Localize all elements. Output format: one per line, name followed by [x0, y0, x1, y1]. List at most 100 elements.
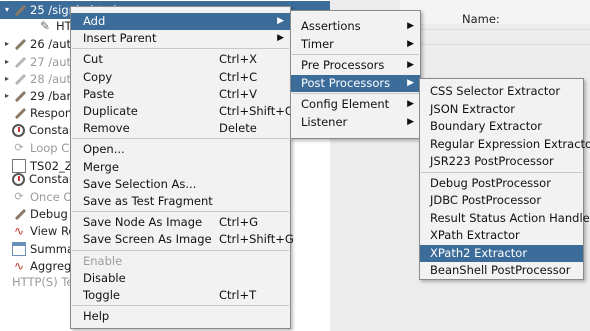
menu-separator: [292, 93, 419, 94]
menu-item-label: Cut: [83, 52, 103, 67]
submenu-arrow-icon: ▶: [407, 77, 414, 88]
menu-item-label: XPath2 Extractor: [430, 245, 528, 260]
clock-icon: [12, 172, 25, 186]
menu-item-cut[interactable]: Cut Ctrl+X: [71, 51, 290, 68]
menu-item-save-selection-as[interactable]: Save Selection As...: [71, 176, 290, 193]
menu-item-debug-postprocessor[interactable]: Debug PostProcessor: [420, 175, 583, 192]
menu-item-insert-parent[interactable]: Insert Parent ▶: [71, 30, 290, 47]
menu-item-label: Merge: [83, 159, 119, 174]
loop-icon: ⟳: [14, 141, 24, 154]
menu-item-label: Debug PostProcessor: [430, 175, 551, 190]
menu-item-shortcut: Ctrl+Shift+C: [219, 104, 293, 118]
menu-item-label: Save Selection As...: [83, 176, 197, 191]
menu-item-xpath2-extractor[interactable]: XPath2 Extractor: [420, 244, 583, 262]
menu-item-label: Add: [83, 14, 106, 28]
menu-item-disable[interactable]: Disable: [71, 270, 290, 287]
menu-item-label: JSR223 PostProcessor: [430, 154, 554, 168]
menu-item-paste[interactable]: Paste Ctrl+V: [71, 86, 290, 103]
pipette-icon: [12, 3, 26, 17]
menu-item-save-as-test-fragment[interactable]: Save as Test Fragment: [71, 193, 290, 210]
menu-item-label: Assertions: [301, 19, 361, 33]
context-menu: Add ▶ Insert Parent ▶ Cut Ctrl+X Copy Ctrl+C Pas…: [70, 6, 294, 329]
menu-item-listener[interactable]: Listener ▶: [291, 114, 420, 131]
name-label: Name:: [462, 12, 500, 26]
menu-item-beanshell-postprocessor[interactable]: BeanShell PostProcessor: [420, 262, 583, 279]
loop-icon: ⟳: [14, 190, 24, 203]
menu-item-json-extractor[interactable]: JSON Extractor: [420, 101, 583, 118]
menu-item-label: Save as Test Fragment: [83, 194, 213, 208]
menu-item-label: Listener: [301, 114, 348, 129]
submenu-arrow-icon: ▶: [407, 99, 414, 109]
menu-item-copy[interactable]: Copy Ctrl+C: [71, 69, 290, 86]
menu-separator: [421, 171, 582, 173]
submenu-arrow-icon: ▶: [407, 60, 414, 70]
menu-item-label: Regular Expression Extractor: [430, 136, 590, 151]
pipette-icon: [12, 72, 26, 86]
menu-item-label: Toggle: [83, 288, 120, 302]
menu-item-label: Pre Processors: [301, 58, 385, 72]
menu-item-toggle[interactable]: Toggle Ctrl+T: [71, 287, 290, 304]
menu-separator: [72, 48, 289, 50]
menu-item-timer[interactable]: Timer ▶: [291, 36, 420, 53]
pipette-icon: [12, 207, 26, 221]
menu-item-save-node-as-image[interactable]: Save Node As Image Ctrl+G: [71, 214, 290, 231]
menu-item-label: BeanShell PostProcessor: [430, 263, 571, 277]
menu-item-label: Help: [83, 309, 110, 324]
collapse-arrow-icon[interactable]: ▸: [2, 70, 12, 88]
collapse-arrow-icon[interactable]: ▸: [2, 53, 12, 71]
menu-item-shortcut: Ctrl+G: [219, 215, 259, 230]
pipette-icon: [12, 89, 26, 103]
menu-item-pre-processors[interactable]: Pre Processors ▶: [291, 57, 420, 74]
menu-item-label: Disable: [83, 270, 126, 285]
menu-item-jdbc-postprocessor[interactable]: JDBC PostProcessor: [420, 192, 583, 209]
menu-item-label: Result Status Action Handler: [430, 210, 590, 225]
menu-item-label: Insert Parent: [83, 31, 157, 46]
collapse-arrow-icon[interactable]: ▸: [2, 87, 12, 105]
menu-item-post-processors[interactable]: Post Processors ▶: [291, 74, 420, 92]
menu-item-label: Open...: [83, 142, 125, 157]
pipette-icon: [12, 106, 26, 120]
panel-divider: [400, 44, 590, 45]
menu-item-shortcut: Ctrl+C: [219, 69, 258, 84]
menu-item-label: XPath Extractor: [430, 228, 520, 242]
menu-item-merge[interactable]: Merge: [71, 159, 290, 176]
menu-item-label: Timer: [301, 36, 334, 51]
menu-item-duplicate[interactable]: Duplicate Ctrl+Shift+C: [71, 103, 293, 120]
menu-separator: [72, 305, 289, 307]
menu-separator: [72, 249, 289, 251]
menu-item-label: Enable: [83, 253, 123, 268]
submenu-arrow-icon: ▶: [277, 33, 284, 44]
menu-item-boundary-extractor[interactable]: Boundary Extractor: [420, 118, 583, 135]
menu-item-enable: Enable: [71, 253, 290, 270]
menu-item-label: Config Element: [301, 97, 390, 111]
menu-item-add[interactable]: Add ▶: [71, 13, 290, 30]
pipette-icon: [12, 55, 26, 69]
menu-item-shortcut: Ctrl+Shift+G: [219, 232, 294, 247]
collapse-arrow-icon[interactable]: ▸: [2, 35, 12, 53]
menu-item-assertions[interactable]: Assertions ▶: [291, 18, 420, 35]
menu-item-label: Duplicate: [83, 104, 138, 118]
menu-item-label: Save Screen As Image: [83, 232, 212, 247]
graph-icon: ∿: [13, 224, 25, 238]
menu-item-config-element[interactable]: Config Element ▶: [291, 96, 420, 113]
menu-item-xpath-extractor[interactable]: XPath Extractor: [420, 227, 583, 244]
menu-item-css-selector-extractor[interactable]: CSS Selector Extractor: [420, 83, 583, 100]
panel-divider: [400, 29, 590, 30]
menu-item-label: Copy: [83, 69, 113, 84]
submenu-arrow-icon: ▶: [407, 21, 414, 31]
menu-item-label: Post Processors: [301, 75, 391, 90]
submenu-arrow-icon: ▶: [407, 38, 414, 49]
submenu-arrow-icon: ▶: [407, 116, 414, 127]
menu-item-label: Boundary Extractor: [430, 119, 542, 133]
wrench-icon: ✎: [39, 19, 51, 33]
menu-item-result-status-action-handler[interactable]: Result Status Action Handler: [420, 210, 590, 227]
menu-item-label: Save Node As Image: [83, 215, 203, 230]
menu-item-remove[interactable]: Remove Delete: [71, 120, 290, 137]
menu-item-open[interactable]: Open...: [71, 141, 290, 158]
menu-item-shortcut: Ctrl+T: [219, 288, 257, 302]
menu-item-help[interactable]: Help: [71, 308, 290, 325]
graph-icon: ∿: [13, 259, 25, 273]
menu-item-save-screen-as-image[interactable]: Save Screen As Image Ctrl+Shift+G: [71, 231, 294, 248]
menu-item-regular-expression-extractor[interactable]: Regular Expression Extractor: [420, 136, 590, 153]
menu-item-jsr223-postprocessor[interactable]: JSR223 PostProcessor: [420, 153, 583, 170]
